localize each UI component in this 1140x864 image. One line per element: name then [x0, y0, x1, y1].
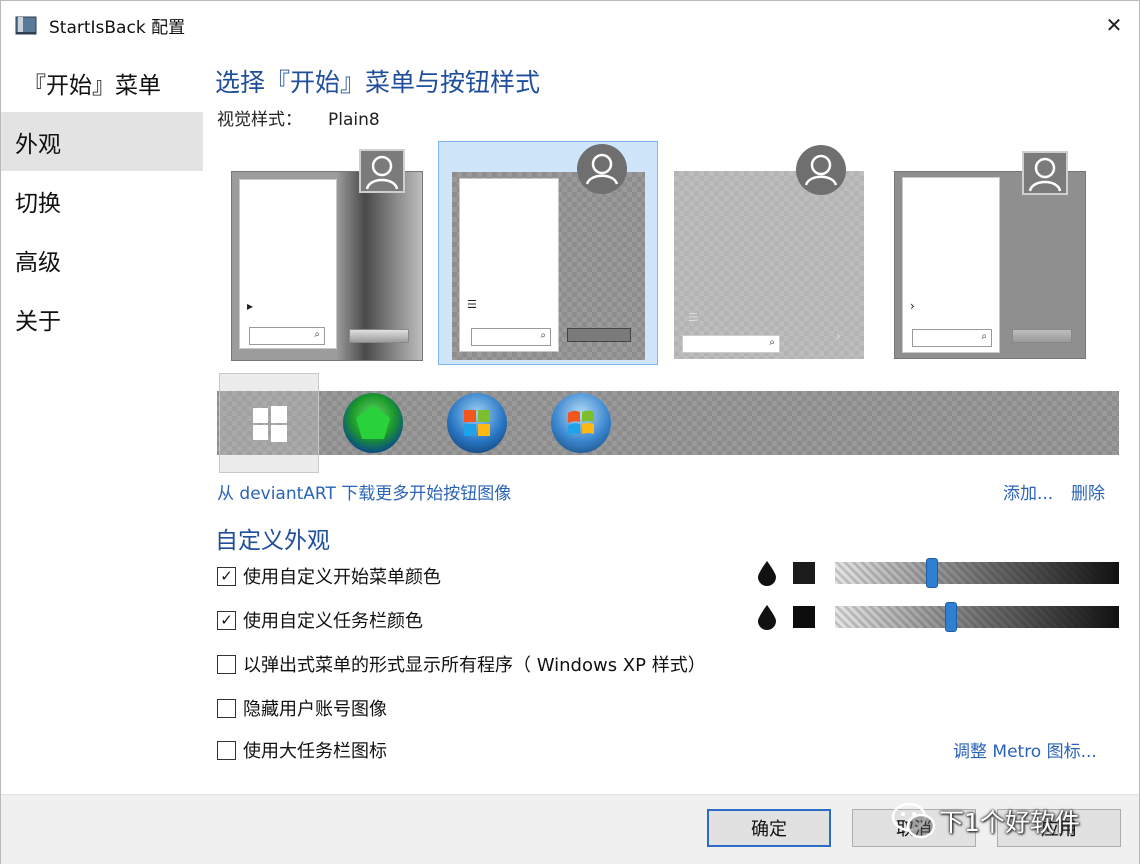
close-icon: ✕ — [1105, 13, 1123, 37]
option-custom-taskbar-color[interactable]: ✓ 使用自定义任务栏颜色 — [217, 607, 423, 633]
add-link[interactable]: 添加... — [1003, 479, 1053, 504]
green-orb-icon — [356, 405, 390, 439]
sidebar-item-label: 『开始』菜单 — [23, 72, 161, 99]
option-label: 使用自定义任务栏颜色 — [243, 611, 423, 632]
visual-style-label: 视觉样式： — [217, 110, 302, 130]
config-window: StartIsBack 配置 ✕ 『开始』菜单 外观 切换 高级 关于 选择『开… — [0, 0, 1140, 864]
watermark-text: 下1个好软件 — [939, 808, 1080, 837]
orb-green[interactable] — [343, 393, 403, 453]
app-icon — [15, 16, 37, 35]
user-avatar-icon — [577, 144, 627, 194]
preview-program-list — [902, 177, 1000, 353]
slider-thumb[interactable] — [945, 602, 957, 632]
visual-style-value: Plain8 — [328, 110, 380, 130]
preview-search-box: ⌕ — [471, 328, 551, 346]
checkbox[interactable] — [217, 654, 236, 674]
style-preview-1[interactable]: ▸ ⌕ — [223, 141, 443, 365]
page-title: 选择『开始』菜单与按钮样式 — [215, 68, 541, 97]
start-menu-opacity-slider[interactable] — [835, 558, 1119, 588]
title-bar: StartIsBack 配置 ✕ — [1, 1, 1139, 49]
custom-appearance-heading: 自定义外观 — [215, 528, 330, 554]
user-avatar-icon — [1022, 151, 1068, 195]
window-title: StartIsBack 配置 — [49, 18, 186, 38]
checkbox[interactable]: ✓ — [217, 610, 236, 630]
sidebar-item-about[interactable]: 关于 — [1, 289, 203, 348]
taskbar-opacity-slider[interactable] — [835, 602, 1119, 632]
remove-link[interactable]: 删除 — [1071, 479, 1105, 504]
preview-search-box: ⌕ — [682, 335, 780, 353]
watermark: 下1个好软件 — [889, 799, 1080, 843]
style-preview-3[interactable]: ☰ ⌕ › — [666, 141, 886, 365]
option-hide-user-picture[interactable]: 隐藏用户账号图像 — [217, 695, 387, 721]
sidebar-item-start-menu[interactable]: 『开始』菜单 — [1, 53, 203, 112]
close-button[interactable]: ✕ — [1095, 7, 1133, 43]
orb-windows-7[interactable] — [447, 393, 507, 453]
preview-search-box: ⌕ — [249, 327, 325, 345]
check-icon: ✓ — [220, 610, 233, 629]
adjust-metro-icons-link[interactable]: 调整 Metro 图标... — [953, 737, 1097, 762]
windows-flag-icon — [464, 410, 490, 436]
color-drop-icon[interactable] — [756, 604, 778, 630]
preview-program-list — [239, 179, 337, 349]
preview-program-list — [459, 178, 559, 352]
sidebar-item-label: 高级 — [15, 249, 61, 276]
user-avatar-icon — [796, 145, 846, 195]
search-icon: ⌕ — [540, 330, 546, 341]
sidebar-item-advanced[interactable]: 高级 — [1, 230, 203, 289]
user-avatar-icon — [359, 149, 405, 193]
option-label: 使用大任务栏图标 — [243, 741, 387, 762]
chevron-right-icon: › — [836, 329, 841, 343]
list-icon: ☰ — [688, 311, 698, 324]
wechat-icon — [891, 802, 936, 839]
checkbox[interactable] — [217, 740, 236, 760]
sidebar-item-label: 切换 — [15, 190, 61, 217]
windows-flag-icon — [568, 410, 594, 435]
color-drop-icon[interactable] — [756, 560, 778, 586]
option-label: 以弹出式菜单的形式显示所有程序（ Windows XP 样式） — [243, 655, 706, 676]
sidebar-item-appearance[interactable]: 外观 — [1, 112, 203, 171]
preview-power-button — [1012, 329, 1072, 343]
option-custom-start-menu-color[interactable]: ✓ 使用自定义开始菜单颜色 — [217, 563, 441, 589]
sidebar-item-label: 外观 — [15, 131, 61, 158]
sidebar-item-label: 关于 — [15, 308, 61, 335]
option-popup-all-programs[interactable]: 以弹出式菜单的形式显示所有程序（ Windows XP 样式） — [217, 651, 706, 677]
slider-thumb[interactable] — [926, 558, 938, 588]
check-icon: ✓ — [220, 566, 233, 585]
option-label: 使用自定义开始菜单颜色 — [243, 567, 441, 588]
deviantart-link[interactable]: 从 deviantART 下载更多开始按钮图像 — [217, 479, 511, 504]
style-preview-2[interactable]: ☰ ⌕ — [438, 141, 658, 365]
windows-logo-icon — [253, 406, 287, 442]
chevron-right-icon: › — [910, 299, 915, 313]
option-large-taskbar-icons[interactable]: 使用大任务栏图标 — [217, 737, 387, 763]
visual-style-row: 视觉样式： Plain8 — [217, 105, 380, 130]
sidebar-item-switching[interactable]: 切换 — [1, 171, 203, 230]
preview-power-button — [349, 329, 409, 343]
style-preview-4[interactable]: › ⌕ — [886, 141, 1106, 365]
preview-power-button — [567, 328, 631, 342]
ok-button[interactable]: 确定 — [707, 809, 831, 847]
search-icon: ⌕ — [981, 331, 987, 342]
checkbox[interactable] — [217, 698, 236, 718]
search-icon: ⌕ — [769, 337, 775, 348]
list-icon: ☰ — [467, 298, 477, 311]
search-icon: ⌕ — [314, 329, 320, 340]
preview-search-box: ⌕ — [912, 329, 992, 347]
chevron-right-icon: ▸ — [247, 299, 254, 313]
orb-windows-8-flag[interactable] — [219, 373, 319, 473]
color-swatch-start-menu[interactable] — [793, 562, 815, 584]
color-swatch-taskbar[interactable] — [793, 606, 815, 628]
checkbox[interactable]: ✓ — [217, 566, 236, 586]
option-label: 隐藏用户账号图像 — [243, 699, 387, 720]
sidebar: 『开始』菜单 外观 切换 高级 关于 — [1, 53, 203, 348]
orb-windows-7-alt[interactable] — [551, 393, 611, 453]
